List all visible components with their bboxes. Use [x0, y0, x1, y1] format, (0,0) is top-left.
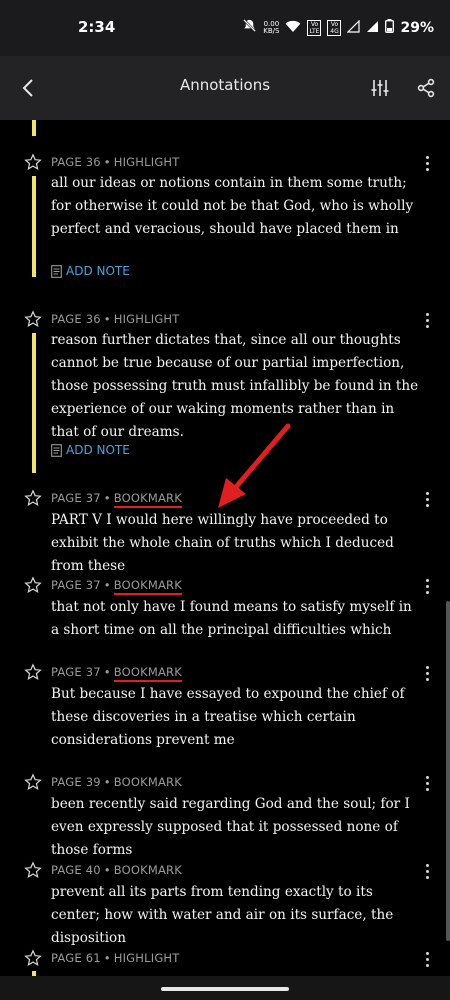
- sliders-icon: [371, 80, 389, 96]
- type-label: BOOKMARK: [113, 775, 182, 789]
- annotation-item[interactable]: PAGE 61 • HIGHLIGHT: [0, 949, 450, 976]
- status-bar: 2:34 0.00 KB/S Vo LTE Vo 4G 29%: [0, 0, 450, 56]
- signal-icon-2: [366, 18, 379, 37]
- star-icon[interactable]: [24, 663, 42, 681]
- note-icon: [51, 443, 62, 457]
- more-options-icon[interactable]: [420, 773, 434, 793]
- add-note-button[interactable]: ADD NOTE: [51, 443, 130, 457]
- annotation-item[interactable]: PAGE 40 • BOOKMARK prevent all its parts f…: [0, 861, 450, 946]
- star-icon[interactable]: [24, 861, 42, 879]
- more-options-icon[interactable]: [420, 310, 434, 330]
- add-note-label: ADD NOTE: [66, 264, 130, 278]
- share-icon: [417, 78, 435, 98]
- type-label: BOOKMARK: [113, 491, 182, 508]
- wifi-icon: [285, 18, 301, 37]
- annotation-item[interactable]: PAGE 36 • HIGHLIGHT all our ideas or notio…: [0, 153, 450, 303]
- annotation-list[interactable]: PAGE 36 • HIGHLIGHT all our ideas or notio…: [0, 120, 450, 976]
- highlight-bar: [32, 333, 36, 473]
- type-label: HIGHLIGHT: [113, 312, 180, 326]
- type-label: BOOKMARK: [113, 665, 182, 682]
- filter-button[interactable]: [364, 72, 396, 104]
- type-label: BOOKMARK: [113, 863, 182, 877]
- star-icon[interactable]: [24, 949, 42, 967]
- sim2-badge: Vo 4G: [327, 19, 342, 36]
- page-label: PAGE 37: [51, 578, 101, 592]
- app-bar: Annotations: [0, 56, 450, 120]
- network-speed: 0.00 KB/S: [263, 19, 280, 35]
- add-note-button[interactable]: ADD NOTE: [51, 264, 130, 278]
- star-icon[interactable]: [24, 153, 42, 171]
- more-options-icon[interactable]: [420, 576, 434, 596]
- annotation-meta: PAGE 37 • BOOKMARK: [51, 491, 182, 508]
- annotation-meta: PAGE 39 • BOOKMARK: [51, 775, 182, 789]
- annotation-item[interactable]: PAGE 37 • BOOKMARK that not only have I fo…: [0, 576, 450, 646]
- more-options-icon[interactable]: [420, 949, 434, 969]
- page-label: PAGE 37: [51, 665, 101, 679]
- status-icons: 0.00 KB/S Vo LTE Vo 4G 29%: [242, 18, 434, 37]
- type-label: HIGHLIGHT: [113, 155, 180, 169]
- annotation-item[interactable]: PAGE 37 • BOOKMARK But because I have essa…: [0, 663, 450, 753]
- star-icon[interactable]: [24, 489, 42, 507]
- home-gesture-handle[interactable]: [161, 987, 289, 991]
- page-label: PAGE 61: [51, 951, 101, 965]
- note-icon: [51, 264, 62, 278]
- more-options-icon[interactable]: [420, 489, 434, 509]
- page-label: PAGE 40: [51, 863, 101, 877]
- battery-percent: 29%: [400, 19, 434, 36]
- annotation-meta: PAGE 61 • HIGHLIGHT: [51, 951, 180, 965]
- annotation-meta: PAGE 36 • HIGHLIGHT: [51, 155, 180, 169]
- page-label: PAGE 37: [51, 491, 101, 505]
- share-button[interactable]: [410, 72, 442, 104]
- red-arrow-annotation: [218, 423, 291, 508]
- highlight-bar: [32, 120, 36, 136]
- bookmark-text: that not only have I found means to sati…: [51, 599, 412, 638]
- bookmark-text: been recently said regarding God and the…: [51, 796, 410, 858]
- highlight-text: all our ideas or notions contain in them…: [51, 175, 414, 237]
- scrollbar[interactable]: [446, 601, 450, 941]
- status-time: 2:34: [78, 18, 116, 36]
- page-label: PAGE 36: [51, 155, 101, 169]
- highlight-bar: [32, 176, 36, 277]
- type-label: BOOKMARK: [113, 578, 182, 595]
- add-note-label: ADD NOTE: [66, 443, 130, 457]
- annotation-meta: PAGE 37 • BOOKMARK: [51, 578, 182, 595]
- mute-icon: [242, 18, 257, 37]
- sim1-badge: Vo LTE: [307, 19, 322, 36]
- signal-icon-1: [347, 18, 361, 37]
- type-label: HIGHLIGHT: [113, 951, 180, 965]
- page-label: PAGE 39: [51, 775, 101, 789]
- star-icon[interactable]: [24, 310, 42, 328]
- annotation-meta: PAGE 40 • BOOKMARK: [51, 863, 182, 877]
- more-options-icon[interactable]: [420, 153, 434, 173]
- annotation-item[interactable]: PAGE 39 • BOOKMARK been recently said rega…: [0, 773, 450, 858]
- navigation-bar: [0, 976, 450, 1000]
- more-options-icon[interactable]: [420, 861, 434, 881]
- battery-icon: [385, 18, 395, 37]
- annotation-meta: PAGE 37 • BOOKMARK: [51, 665, 182, 682]
- annotation-meta: PAGE 36 • HIGHLIGHT: [51, 312, 180, 326]
- star-icon[interactable]: [24, 773, 42, 791]
- star-icon[interactable]: [24, 576, 42, 594]
- more-options-icon[interactable]: [420, 663, 434, 683]
- page-label: PAGE 36: [51, 312, 101, 326]
- bookmark-text: But because I have essayed to expound th…: [51, 686, 405, 748]
- bookmark-text: prevent all its parts from tending exact…: [51, 884, 394, 946]
